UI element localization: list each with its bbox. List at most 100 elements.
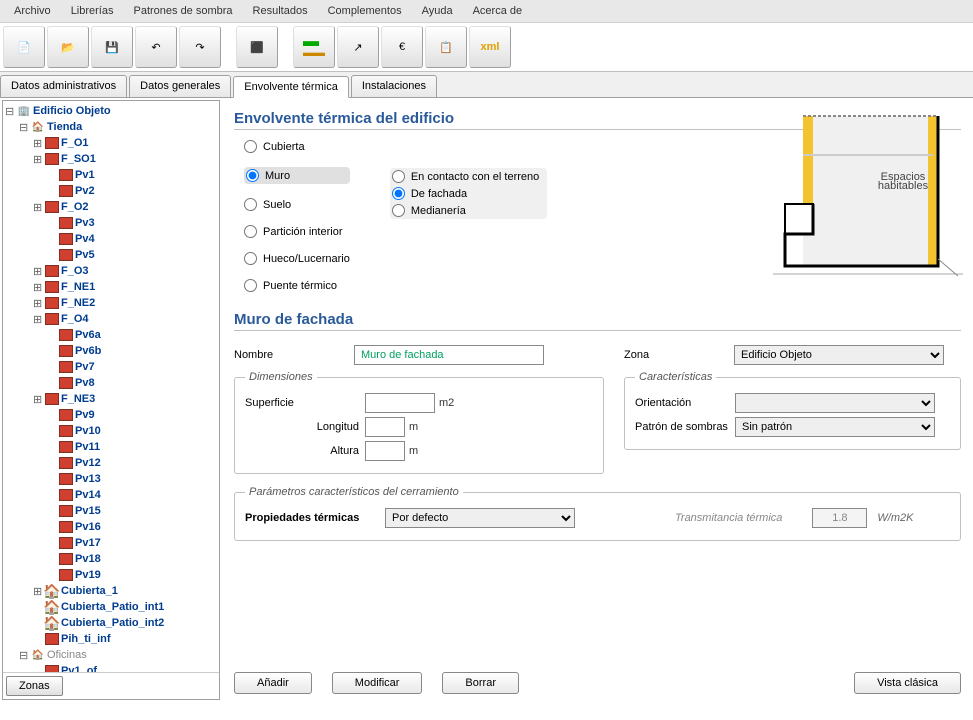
tab-envolvente[interactable]: Envolvente térmica (233, 76, 349, 98)
tree-item[interactable]: Pv11 (5, 439, 217, 455)
tree-item[interactable]: 🏠Cubierta_Patio_int2 (5, 615, 217, 631)
menu-resultados[interactable]: Resultados (243, 2, 318, 20)
tree-item[interactable]: Pv1 (5, 167, 217, 183)
tree-item[interactable]: Pv16 (5, 519, 217, 535)
radio-cubierta[interactable]: Cubierta (244, 140, 350, 153)
altura-input[interactable] (365, 441, 405, 461)
menu-ayuda[interactable]: Ayuda (412, 2, 463, 20)
tree-item[interactable]: ⊞F_NE1 (5, 279, 217, 295)
tree-item-label: Pv10 (75, 425, 101, 437)
roof-icon: 🏠 (45, 585, 59, 597)
radio-puente[interactable]: Puente térmico (244, 279, 350, 292)
save-button[interactable]: 💾 (91, 26, 133, 68)
tree-item[interactable]: Pv14 (5, 487, 217, 503)
economics-button[interactable]: € (381, 26, 423, 68)
tree-item[interactable]: Pv4 (5, 231, 217, 247)
tree-item[interactable]: ⊞F_O3 (5, 263, 217, 279)
tree-item[interactable]: Pv1_of (5, 663, 217, 672)
tree-item[interactable]: ⊟🏠Oficinas (5, 647, 217, 663)
zonas-button[interactable]: Zonas (6, 676, 63, 696)
tree-item[interactable]: ⊞F_NE3 (5, 391, 217, 407)
menu-patrones[interactable]: Patrones de sombra (123, 2, 242, 20)
tree-item[interactable]: ⊞F_NE2 (5, 295, 217, 311)
tab-datos-admin[interactable]: Datos administrativos (0, 75, 127, 97)
building-button[interactable]: ⬛ (236, 26, 278, 68)
radio-muro[interactable]: Muro (244, 167, 350, 184)
prop-select[interactable]: Por defecto (385, 508, 575, 528)
tree-item[interactable]: Pv12 (5, 455, 217, 471)
tree-item[interactable]: Pv15 (5, 503, 217, 519)
tree-item[interactable]: Pv6b (5, 343, 217, 359)
new-file-button[interactable]: 📄 (3, 26, 45, 68)
radio-suelo[interactable]: Suelo (244, 198, 350, 211)
menu-complementos[interactable]: Complementos (318, 2, 412, 20)
tree-item[interactable]: ⊞F_SO1 (5, 151, 217, 167)
tree-item[interactable]: Pv5 (5, 247, 217, 263)
expand-icon[interactable]: ⊞ (33, 393, 45, 406)
tree-item[interactable]: Pv13 (5, 471, 217, 487)
tree-item[interactable]: ⊞F_O1 (5, 135, 217, 151)
superficie-input[interactable] (365, 393, 435, 413)
tab-instalaciones[interactable]: Instalaciones (351, 75, 437, 97)
expand-icon[interactable]: ⊟ (19, 649, 31, 662)
nombre-input[interactable] (354, 345, 544, 365)
xml-button[interactable]: xml (469, 26, 511, 68)
anadir-button[interactable]: Añadir (234, 672, 312, 694)
report-icon: 📋 (439, 41, 453, 54)
tree-item[interactable]: Pv3 (5, 215, 217, 231)
expand-icon[interactable]: ⊞ (33, 137, 45, 150)
expand-icon[interactable]: ⊞ (33, 265, 45, 278)
tree-item[interactable]: Pv9 (5, 407, 217, 423)
tree-item[interactable]: Pv7 (5, 359, 217, 375)
modificar-button[interactable]: Modificar (332, 672, 423, 694)
energy-label-button[interactable]: ▬▬▬ (293, 26, 335, 68)
expand-icon[interactable]: ⊞ (33, 153, 45, 166)
expand-icon[interactable]: ⊞ (33, 281, 45, 294)
tree-item[interactable]: ⊞F_O4 (5, 311, 217, 327)
sidebar: ⊟ 🏢 Edificio Objeto ⊟🏠Tienda⊞F_O1⊞F_SO1P… (2, 100, 220, 700)
expand-icon[interactable]: ⊞ (33, 313, 45, 326)
undo-button[interactable]: ↶ (135, 26, 177, 68)
tree-item[interactable]: Pv17 (5, 535, 217, 551)
tree-item[interactable]: Pih_ti_inf (5, 631, 217, 647)
borrar-button[interactable]: Borrar (442, 672, 519, 694)
params-legend: Parámetros característicos del cerramien… (245, 486, 463, 498)
tree-item[interactable]: Pv8 (5, 375, 217, 391)
vista-clasica-button[interactable]: Vista clásica (854, 672, 961, 694)
radio-hueco[interactable]: Hueco/Lucernario (244, 252, 350, 265)
report-button[interactable]: 📋 (425, 26, 467, 68)
tree-item[interactable]: ⊞F_O2 (5, 199, 217, 215)
tree-item[interactable]: Pv18 (5, 551, 217, 567)
tree-view[interactable]: ⊟ 🏢 Edificio Objeto ⊟🏠Tienda⊞F_O1⊞F_SO1P… (3, 101, 219, 672)
tree-item[interactable]: 🏠Cubierta_Patio_int1 (5, 599, 217, 615)
tree-item[interactable]: Pv2 (5, 183, 217, 199)
tree-item[interactable]: Pv6a (5, 327, 217, 343)
tree-root[interactable]: ⊟ 🏢 Edificio Objeto (5, 103, 217, 119)
orientacion-select[interactable] (735, 393, 935, 413)
expand-icon[interactable]: ⊞ (33, 201, 45, 214)
tree-item[interactable]: Pv10 (5, 423, 217, 439)
m2-unit: m2 (439, 397, 454, 409)
open-file-button[interactable]: 📂 (47, 26, 89, 68)
expand-icon[interactable]: ⊞ (33, 297, 45, 310)
menu-librerias[interactable]: Librerías (61, 2, 124, 20)
radio-particion[interactable]: Partición interior (244, 225, 350, 238)
longitud-input[interactable] (365, 417, 405, 437)
tab-datos-generales[interactable]: Datos generales (129, 75, 231, 97)
tree-item[interactable]: Pv19 (5, 567, 217, 583)
radio-terreno[interactable]: En contacto con el terreno (392, 170, 539, 183)
tree-item[interactable]: ⊟🏠Tienda (5, 119, 217, 135)
patron-select[interactable]: Sin patrón (735, 417, 935, 437)
expand-icon[interactable]: ⊟ (19, 121, 31, 134)
zona-select[interactable]: Edificio Objeto (734, 345, 944, 365)
tree-item-label: Pv6b (75, 345, 101, 357)
radio-fachada[interactable]: De fachada (392, 187, 539, 200)
caracteristicas-fieldset: Características Orientación Patrón de so… (624, 371, 961, 450)
menu-acerca[interactable]: Acerca de (463, 2, 533, 20)
radio-medianeria[interactable]: Medianería (392, 204, 539, 217)
redo-button[interactable]: ↷ (179, 26, 221, 68)
tree-item[interactable]: ⊞🏠Cubierta_1 (5, 583, 217, 599)
menu-archivo[interactable]: Archivo (4, 2, 61, 20)
improvements-button[interactable]: ↗ (337, 26, 379, 68)
expand-icon[interactable]: ⊟ (5, 105, 17, 118)
